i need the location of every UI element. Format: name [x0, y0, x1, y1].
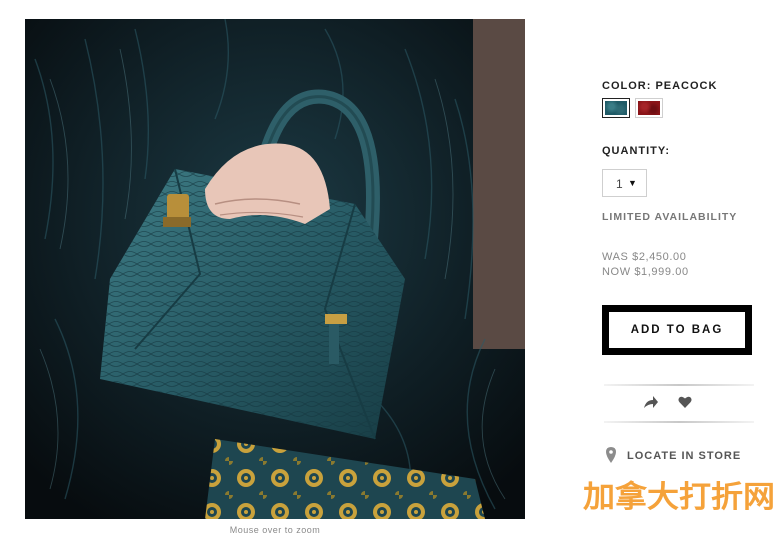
divider-top: [604, 384, 754, 386]
chevron-down-icon: ▼: [628, 178, 637, 188]
price-was: WAS $2,450.00: [602, 251, 687, 263]
price-now: NOW $1,999.00: [602, 266, 689, 278]
quantity-value: 1: [616, 177, 623, 191]
swatch-peacock[interactable]: [602, 98, 630, 118]
add-to-bag-button[interactable]: ADD TO BAG: [602, 305, 752, 355]
map-pin-icon: [606, 447, 616, 463]
zoom-hint: Mouse over to zoom: [229, 525, 321, 535]
locate-in-store-link[interactable]: LOCATE IN STORE: [627, 450, 741, 462]
swatch-red[interactable]: [635, 98, 663, 118]
quantity-label: QUANTITY:: [602, 145, 671, 157]
color-label: COLOR: PEACOCK: [602, 80, 718, 92]
share-arrow-icon[interactable]: [643, 394, 659, 410]
quantity-select[interactable]: 1 ▼: [602, 169, 647, 197]
heart-icon[interactable]: [678, 395, 692, 409]
add-to-bag-label: ADD TO BAG: [609, 312, 745, 348]
watermark-logo: 加拿大打折网: [583, 480, 775, 515]
divider-bottom: [604, 421, 754, 423]
product-photo: [25, 19, 525, 519]
svg-text:加拿大打折网: 加拿大打折网: [583, 480, 775, 515]
product-image[interactable]: [25, 19, 525, 519]
availability-text: LIMITED AVAILABILITY: [602, 211, 738, 223]
